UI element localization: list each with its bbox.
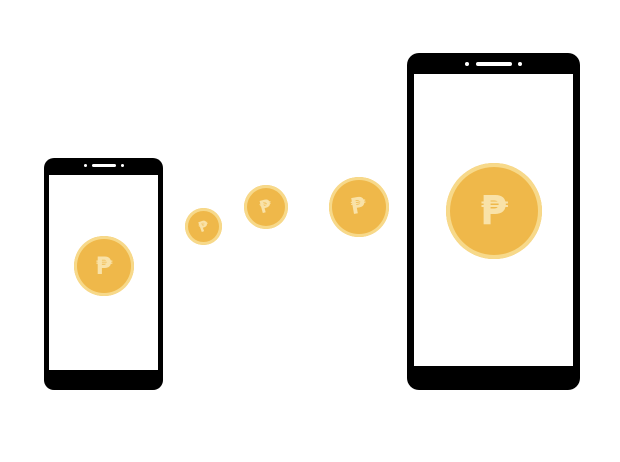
peso-sign-icon: ₱ [480, 188, 508, 234]
peso-coin-icon: ₱ [244, 185, 288, 229]
peso-coin-icon: ₱ [74, 236, 134, 296]
peso-sign-icon: ₱ [349, 192, 369, 221]
peso-coin-icon: ₱ [185, 208, 222, 245]
camera-dot [465, 62, 469, 66]
peso-sign-icon: ₱ [95, 252, 113, 280]
illustration-scene: ₱ ₱ ₱ ₱ ₱ [0, 0, 620, 462]
camera-dot [84, 164, 87, 167]
peso-sign-icon: ₱ [196, 217, 211, 236]
speaker-grille [476, 62, 512, 66]
sensor-dot [121, 164, 124, 167]
peso-sign-icon: ₱ [257, 195, 275, 218]
sensor-dot [518, 62, 522, 66]
peso-coin-icon: ₱ [446, 163, 542, 259]
speaker-grille [92, 164, 116, 167]
peso-coin-icon: ₱ [329, 177, 389, 237]
